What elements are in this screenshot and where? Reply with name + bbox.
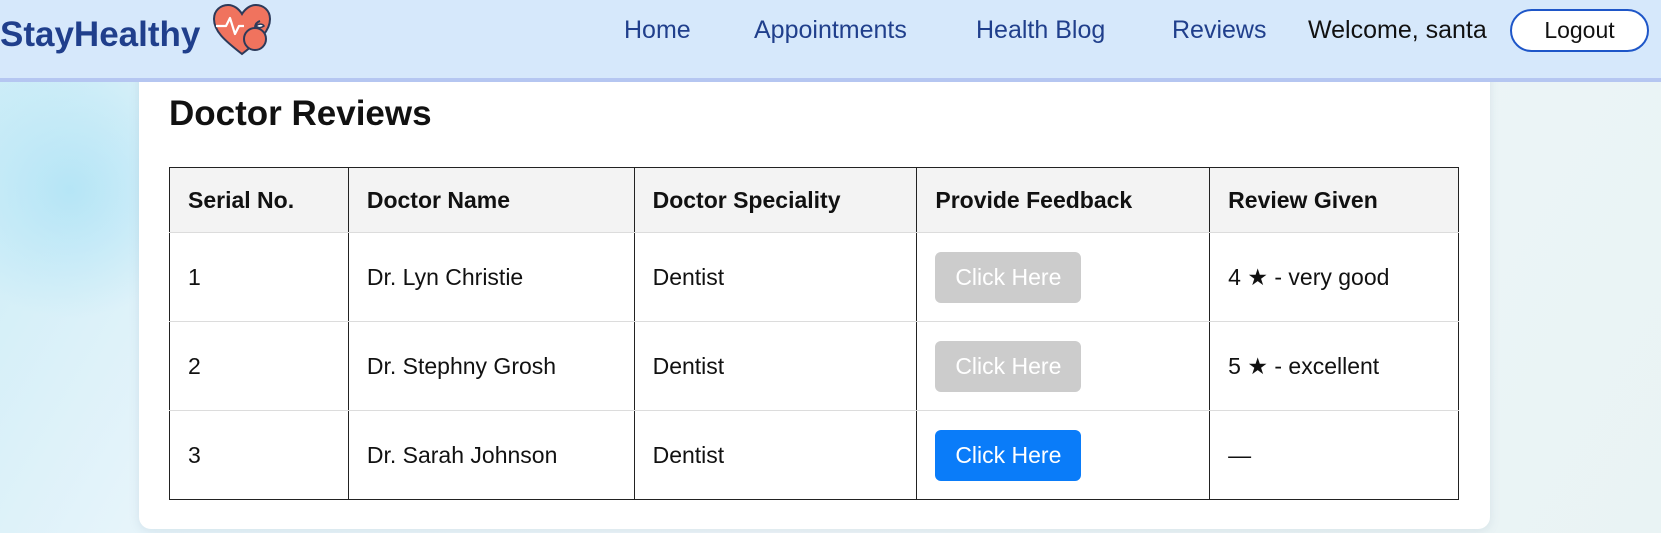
- table-header-row: Serial No. Doctor Name Doctor Speciality…: [169, 167, 1459, 233]
- reviews-table: Serial No. Doctor Name Doctor Speciality…: [169, 167, 1459, 500]
- header-serial-no: Serial No.: [169, 167, 349, 233]
- feedback-cell: Click Here: [916, 410, 1211, 500]
- speciality-cell: Dentist: [633, 321, 918, 411]
- speciality-cell: Dentist: [633, 410, 918, 500]
- review-cell: 4 ★ - very good: [1209, 232, 1459, 322]
- table-row: 1 Dr. Lyn Christie Dentist Click Here 4 …: [169, 232, 1459, 322]
- speciality-cell: Dentist: [633, 232, 918, 322]
- feedback-cell: Click Here: [916, 321, 1211, 411]
- nav-reviews[interactable]: Reviews: [1172, 14, 1266, 46]
- review-cell: —: [1209, 410, 1459, 500]
- doctor-name-cell: Dr. Sarah Johnson: [347, 410, 635, 500]
- serial-cell: 1: [169, 232, 349, 322]
- nav-home[interactable]: Home: [624, 14, 691, 46]
- navbar: StayHealthy Home Appointments Health Blo…: [0, 0, 1661, 82]
- serial-cell: 2: [169, 321, 349, 411]
- header-doctor-speciality: Doctor Speciality: [633, 167, 918, 233]
- header-review-given: Review Given: [1209, 167, 1459, 233]
- serial-cell: 3: [169, 410, 349, 500]
- page-title: Doctor Reviews: [169, 94, 432, 133]
- header-provide-feedback: Provide Feedback: [916, 167, 1211, 233]
- feedback-button[interactable]: Click Here: [935, 251, 1082, 303]
- doctor-name-cell: Dr. Stephny Grosh: [347, 321, 635, 411]
- nav-appointments[interactable]: Appointments: [754, 14, 907, 46]
- logout-button[interactable]: Logout: [1510, 9, 1649, 52]
- table-row: 3 Dr. Sarah Johnson Dentist Click Here —: [169, 410, 1459, 500]
- review-cell: 5 ★ - excellent: [1209, 321, 1459, 411]
- heart-pulse-apple-icon: [212, 3, 272, 63]
- header-doctor-name: Doctor Name: [347, 167, 635, 233]
- feedback-button[interactable]: Click Here: [935, 429, 1082, 481]
- table-row: 2 Dr. Stephny Grosh Dentist Click Here 5…: [169, 321, 1459, 411]
- feedback-cell: Click Here: [916, 232, 1211, 322]
- nav-health-blog[interactable]: Health Blog: [976, 14, 1105, 46]
- brand-name[interactable]: StayHealthy: [0, 13, 200, 57]
- feedback-button[interactable]: Click Here: [935, 340, 1082, 392]
- welcome-text: Welcome, santa: [1308, 16, 1487, 44]
- doctor-name-cell: Dr. Lyn Christie: [347, 232, 635, 322]
- brand[interactable]: StayHealthy: [0, 3, 272, 63]
- reviews-card: Doctor Reviews Serial No. Doctor Name Do…: [139, 60, 1490, 529]
